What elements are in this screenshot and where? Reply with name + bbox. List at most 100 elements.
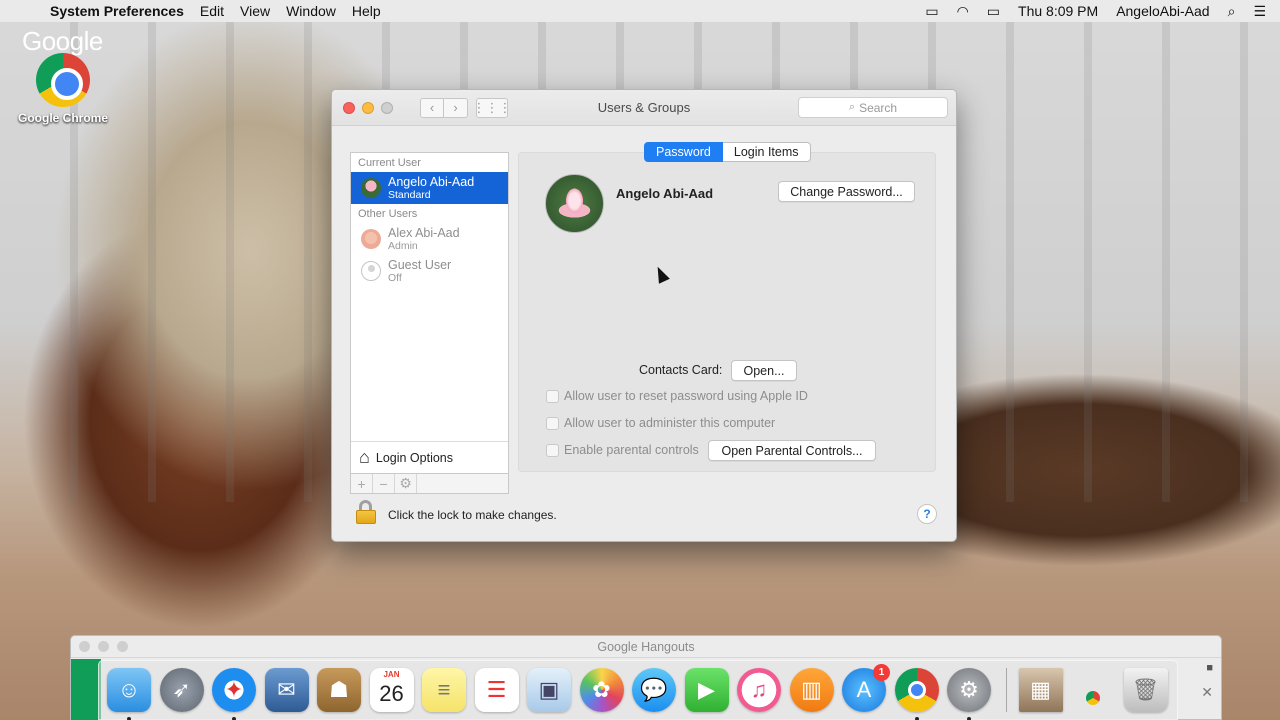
login-options-item[interactable]: ⌂ Login Options [351, 441, 508, 473]
menu-help[interactable]: Help [352, 3, 381, 19]
checkbox-label: Allow user to administer this computer [564, 416, 776, 430]
messages-icon[interactable]: 💬 [632, 668, 676, 712]
parental-controls-checkbox[interactable] [546, 443, 559, 457]
add-user-button[interactable]: + [351, 474, 373, 493]
administer-checkbox[interactable] [546, 416, 559, 430]
user-name: Angelo Abi-Aad [388, 175, 475, 189]
facetime-icon[interactable]: ▶ [684, 668, 729, 712]
checkbox-label: Allow user to reset password using Apple… [564, 389, 808, 403]
chrome-icon [36, 53, 90, 107]
avatar [361, 178, 381, 198]
trash-icon[interactable]: 🗑 [1123, 668, 1168, 712]
preview-icon[interactable]: ▣ [527, 668, 571, 712]
finder-icon[interactable]: ☺ [107, 668, 151, 720]
search-input[interactable]: ⌕ Search [798, 97, 948, 118]
open-contacts-button[interactable]: Open... [731, 360, 797, 381]
change-password-button[interactable]: Change Password... [778, 181, 915, 202]
menu-bar: System Preferences Edit View Window Help… [0, 0, 1280, 22]
close-icon[interactable]: ✕ [1201, 684, 1213, 701]
remove-user-button[interactable]: − [373, 474, 395, 493]
sidebar-user-alex[interactable]: Alex Abi-Aad Admin [351, 223, 508, 255]
lock-message: Click the lock to make changes. [388, 508, 557, 522]
wifi-icon[interactable]: ◠ [957, 3, 969, 20]
contacts-icon[interactable]: ☗ [317, 668, 361, 712]
lock-icon[interactable] [355, 500, 377, 524]
menu-window[interactable]: Window [286, 3, 336, 19]
users-groups-window: ‹ › ⋮⋮⋮ Users & Groups ⌕ Search Current … [331, 89, 957, 542]
tab-login-items[interactable]: Login Items [722, 142, 811, 162]
house-icon: ⌂ [359, 447, 370, 467]
safari-icon[interactable]: ✦ [212, 668, 256, 720]
tab-bar: Password Login Items [644, 142, 811, 162]
menu-app-name[interactable]: System Preferences [50, 3, 184, 19]
mail-stamp-icon[interactable]: ✉ [264, 668, 309, 712]
window-controls [343, 101, 400, 114]
reset-password-checkbox[interactable] [546, 389, 559, 403]
calendar-icon[interactable]: JAN 26 [369, 668, 414, 712]
minimize-button[interactable] [362, 101, 374, 114]
title-bar: ‹ › ⋮⋮⋮ Users & Groups ⌕ Search [332, 90, 956, 126]
launchpad-icon[interactable]: ➶ [159, 668, 204, 712]
photos-icon[interactable]: ✿ [579, 668, 624, 712]
forward-button[interactable]: › [444, 97, 468, 118]
checkbox-label: Enable parental controls [564, 443, 699, 457]
itunes-icon[interactable]: ♫ [737, 668, 781, 712]
parental-controls-checkbox-row: Enable parental controls [546, 443, 699, 457]
login-options-label: Login Options [375, 450, 454, 465]
desktop-icon-label: Google Chrome [18, 111, 109, 125]
hangouts-title-bar: Google Hangouts [71, 636, 1221, 658]
calendar-day: 26 [379, 681, 404, 706]
reminders-icon[interactable]: ☰ [474, 668, 519, 712]
gear-icon[interactable]: ⚙ [395, 474, 417, 493]
app-store-icon[interactable]: A1 [842, 664, 890, 712]
menu-edit[interactable]: Edit [200, 3, 224, 19]
user-name: Alex Abi-Aad [388, 226, 460, 240]
current-user-header: Current User [358, 157, 421, 169]
avatar [361, 229, 381, 249]
back-button[interactable]: ‹ [420, 97, 444, 118]
camera-icon[interactable]: ■ [1206, 662, 1213, 674]
contacts-card-label: Contacts Card: [639, 363, 723, 377]
zoom-button[interactable] [381, 101, 393, 114]
detail-user-name: Angelo Abi-Aad [616, 186, 714, 201]
airplay-icon[interactable]: ▭ [925, 3, 938, 20]
user-picture[interactable] [545, 174, 604, 233]
system-preferences-icon[interactable]: ⚙ [947, 668, 991, 720]
menu-view[interactable]: View [240, 3, 270, 19]
hangouts-title: Google Hangouts [597, 639, 695, 654]
notes-icon[interactable]: ≡ [422, 668, 466, 712]
sidebar-user-angelo[interactable]: Angelo Abi-Aad Standard [351, 172, 508, 204]
close-button[interactable] [343, 101, 355, 114]
calendar-month: JAN [383, 670, 400, 679]
dock-separator [1005, 668, 1007, 712]
hangouts-sidebar [71, 659, 101, 720]
show-all-button[interactable]: ⋮⋮⋮ [473, 97, 512, 118]
tab-password[interactable]: Password [644, 142, 723, 162]
menubar-clock[interactable]: Thu 8:09 PM [1018, 3, 1098, 19]
guest-avatar-icon [361, 261, 381, 281]
search-icon: ⌕ [848, 101, 856, 113]
user-role: Admin [388, 240, 418, 252]
app-store-badge: 1 [873, 664, 890, 681]
dock: ☺ ➶ ✦ ✉ ☗ JAN 26 ≡ ☰ ▣ ✿ 💬 ▶ ♫ ▥ A1 ⚙ ▦ … [98, 660, 1178, 720]
user-role: Off [388, 272, 402, 284]
downloads-stack-icon[interactable]: ▦ [1018, 668, 1063, 712]
chrome-stack-icon[interactable] [1071, 668, 1115, 712]
sidebar-user-guest[interactable]: Guest User Off [351, 255, 508, 287]
users-sidebar: Current User Angelo Abi-Aad Standard Oth… [350, 152, 509, 474]
open-parental-controls-button[interactable]: Open Parental Controls... [708, 440, 876, 461]
chrome-icon[interactable] [894, 668, 939, 720]
notification-center-icon[interactable]: ☰ [1253, 3, 1266, 20]
chevron-left-icon: ‹ [429, 100, 435, 115]
search-placeholder: Search [859, 100, 898, 115]
nav-buttons: ‹ › [420, 97, 468, 118]
desktop-chrome-shortcut[interactable]: Google Google Chrome [18, 26, 108, 125]
help-button[interactable]: ? [917, 504, 937, 524]
user-name: Guest User [388, 258, 452, 272]
menubar-user[interactable]: AngeloAbi-Aad [1116, 3, 1209, 19]
spotlight-icon[interactable]: ⌕ [1228, 3, 1236, 20]
other-users-header: Other Users [358, 208, 418, 220]
ibooks-icon[interactable]: ▥ [789, 668, 834, 712]
battery-icon[interactable]: ▭ [987, 3, 1000, 20]
sidebar-actions: + − ⚙ [350, 474, 509, 494]
